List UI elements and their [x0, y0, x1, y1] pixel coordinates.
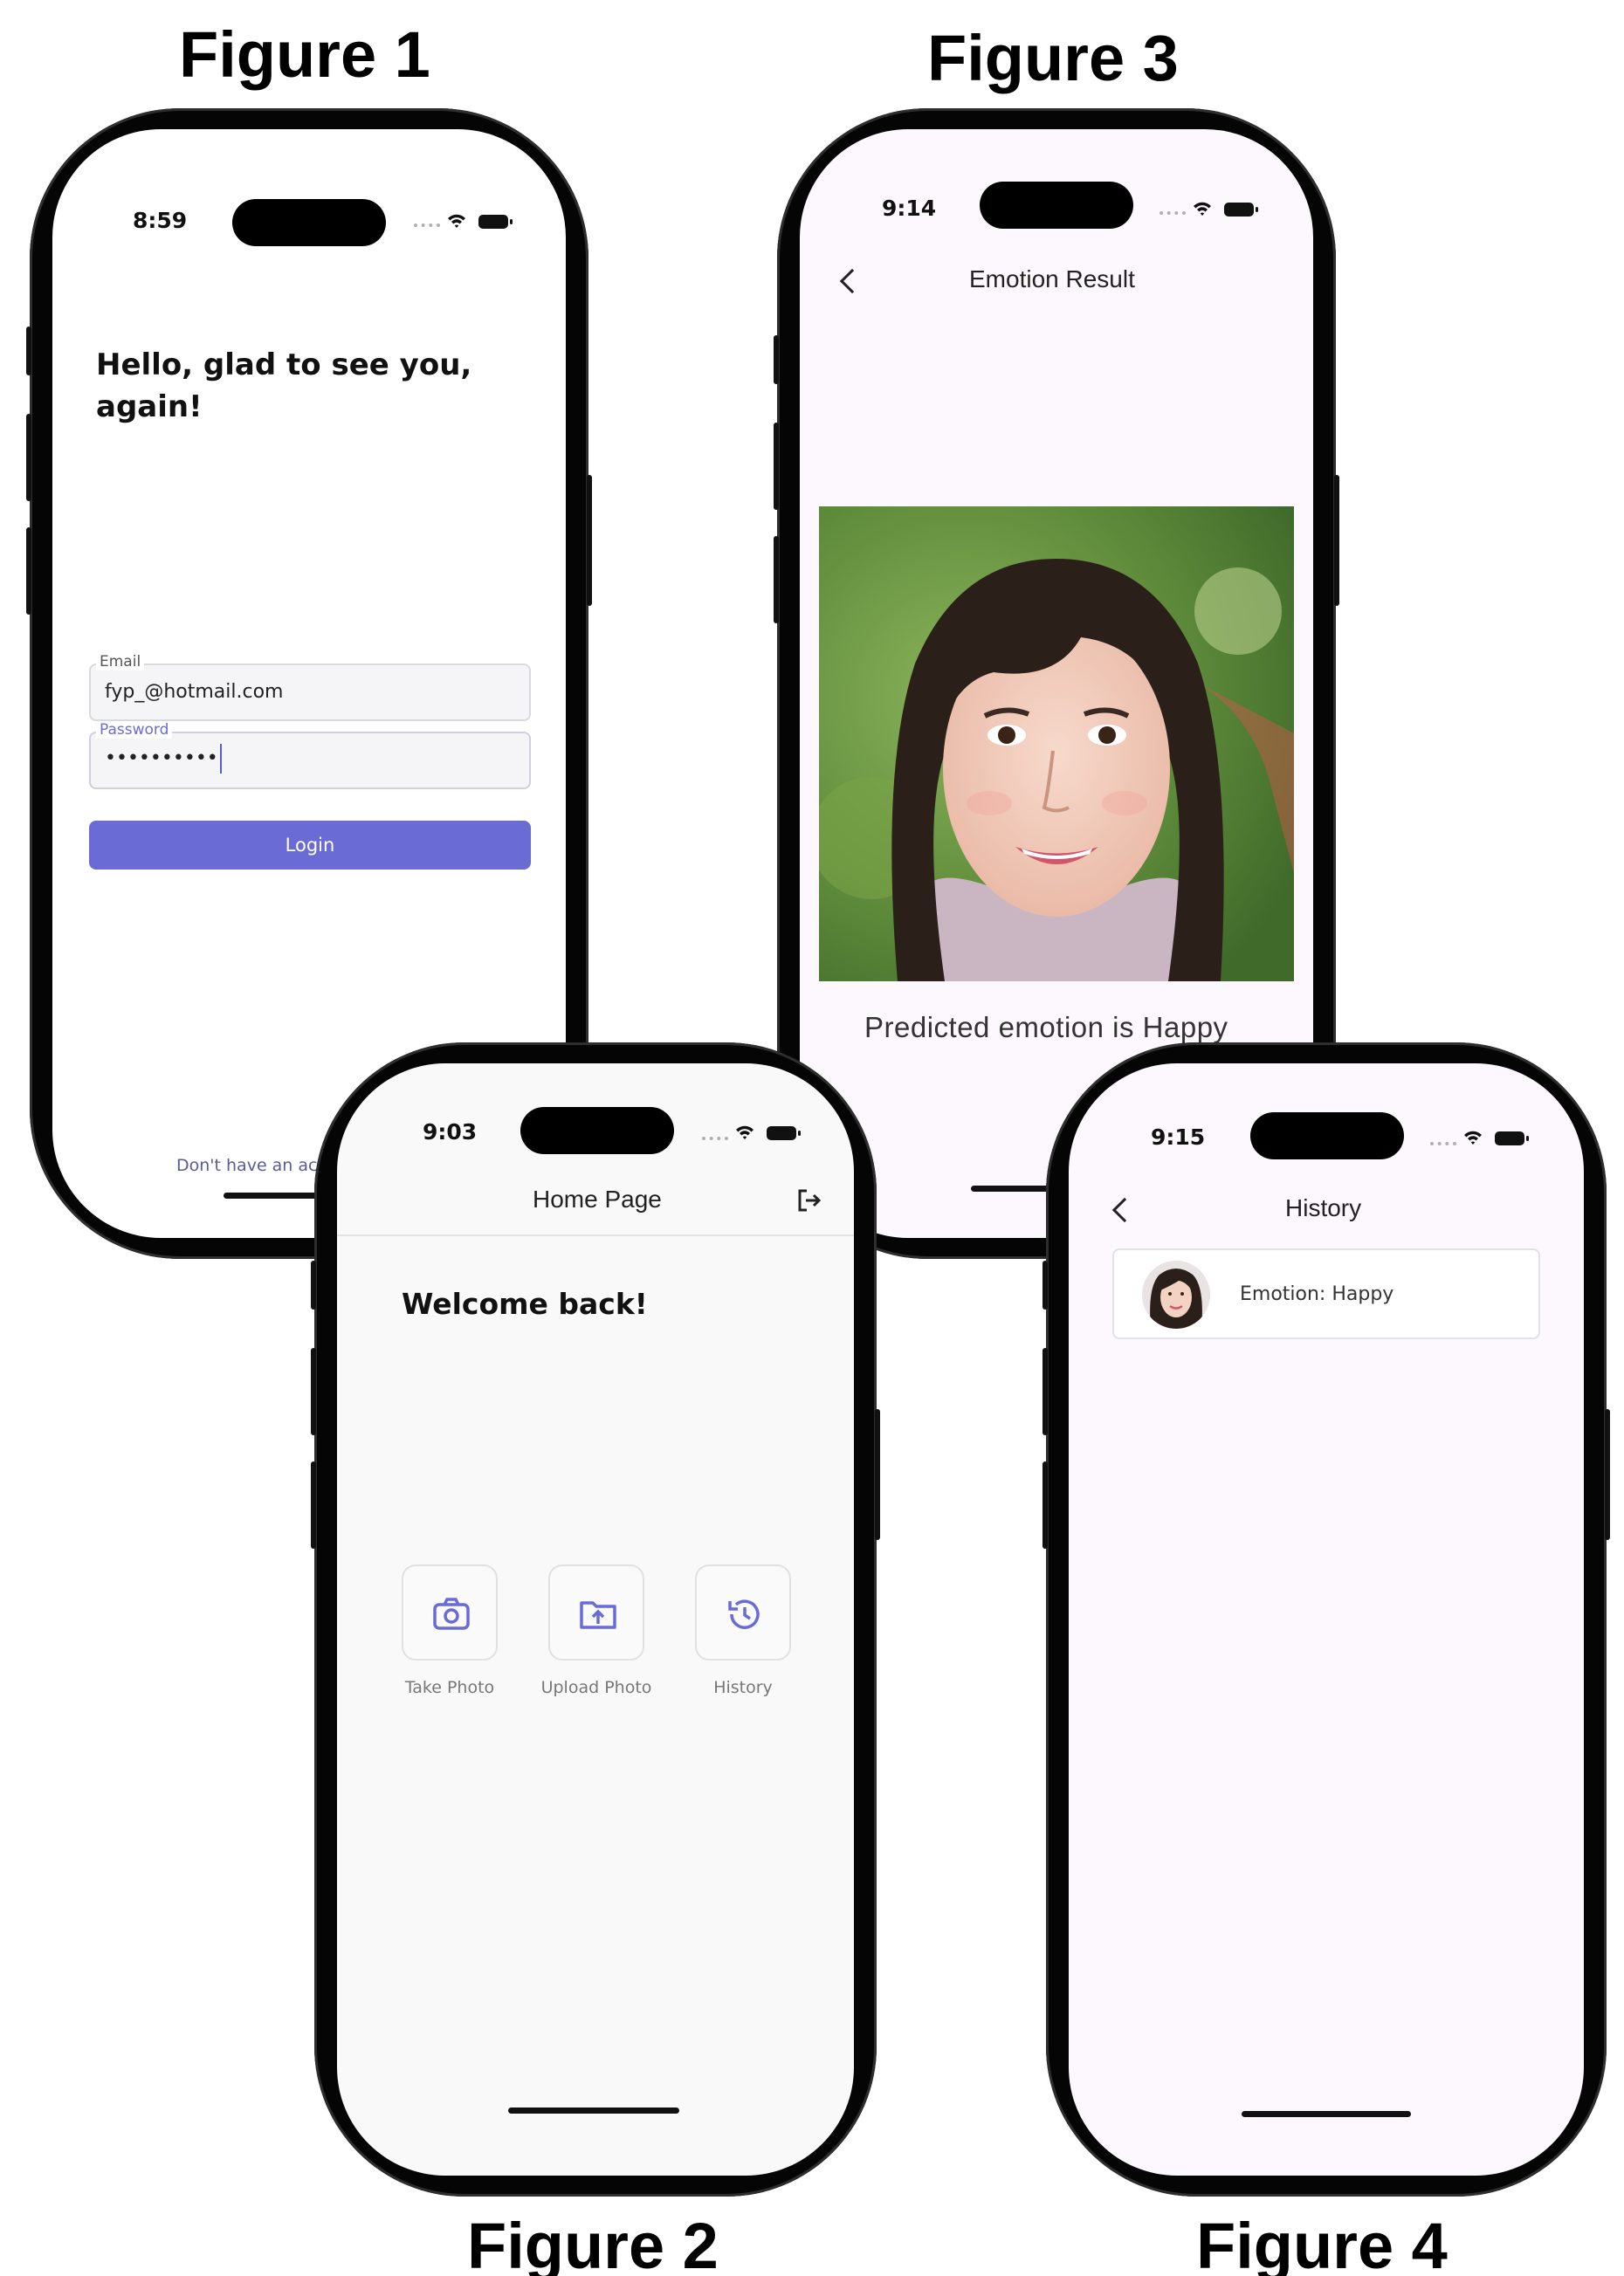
folder-upload-icon — [580, 1601, 616, 1629]
history-item-text: Emotion: Happy — [1240, 1283, 1394, 1305]
page-title: Home Page — [533, 1186, 662, 1213]
email-label: Email — [96, 653, 145, 670]
signal-icon — [702, 1137, 728, 1140]
password-value: •••••••••• — [105, 744, 222, 774]
status-time: 9:15 — [1151, 1124, 1206, 1150]
password-label: Password — [96, 721, 173, 739]
greeting-heading: Hello, glad to see you, again! — [96, 347, 472, 424]
upload-photo-button[interactable] — [548, 1564, 644, 1661]
figure-4-label: Figure 4 — [1196, 2210, 1448, 2276]
predicted-emotion-text: Predicted emotion is Happy — [864, 1011, 1228, 1043]
dynamic-island — [1250, 1112, 1404, 1159]
email-value: fyp_@hotmail.com — [105, 681, 284, 703]
wifi-icon — [448, 214, 465, 228]
text-caret — [219, 744, 222, 774]
status-time: 9:03 — [423, 1119, 478, 1145]
logout-icon[interactable] — [795, 1186, 824, 1215]
figure-2-label: Figure 2 — [467, 2210, 719, 2276]
take-photo-button[interactable] — [402, 1564, 498, 1661]
signal-icon — [414, 223, 440, 227]
login-button[interactable]: Login — [89, 821, 531, 870]
dynamic-island — [232, 199, 386, 246]
battery-icon — [1495, 1131, 1529, 1145]
battery-icon — [478, 215, 513, 229]
home-screen: 9:03 Home Page Welcome back! Take Photo — [337, 1063, 854, 2176]
wifi-icon — [1464, 1131, 1482, 1145]
wifi-icon — [736, 1125, 754, 1139]
history-item[interactable]: Emotion: Happy — [1112, 1248, 1540, 1339]
status-bar: 9:14 — [800, 129, 1313, 229]
email-field[interactable]: fyp_@hotmail.com — [89, 664, 531, 721]
signup-link[interactable]: Don't have an ac — [176, 1156, 317, 1175]
appbar-divider — [337, 1234, 854, 1236]
page-title: Emotion Result — [969, 265, 1135, 292]
signal-icon — [1160, 211, 1186, 215]
figure-1-label: Figure 1 — [179, 18, 430, 91]
dynamic-island — [980, 182, 1133, 229]
history-label: History — [713, 1678, 773, 1697]
welcome-heading: Welcome back! — [402, 1287, 648, 1321]
battery-icon — [767, 1126, 801, 1140]
page-title: History — [1285, 1194, 1362, 1221]
take-photo-label: Take Photo — [404, 1678, 495, 1697]
history-button[interactable] — [695, 1564, 791, 1661]
back-chevron-icon[interactable] — [839, 268, 865, 294]
history-icon — [728, 1599, 760, 1629]
phone-home: 9:03 Home Page Welcome back! Take Photo — [311, 1042, 880, 2197]
camera-icon — [433, 1598, 470, 1630]
dynamic-island — [520, 1107, 674, 1154]
status-bar: 9:15 — [1069, 1063, 1584, 1159]
face-photo — [819, 506, 1294, 981]
status-time: 8:59 — [133, 208, 188, 233]
history-screen: 9:15 History Emotion: Happy — [1069, 1063, 1584, 2176]
home-indicator — [1242, 2111, 1411, 2117]
signal-icon — [1430, 1142, 1456, 1145]
wifi-icon — [1194, 202, 1211, 216]
status-time: 9:14 — [882, 196, 937, 221]
home-indicator — [508, 2108, 679, 2114]
status-bar: 8:59 — [52, 129, 566, 246]
back-chevron-icon[interactable] — [1111, 1197, 1138, 1223]
figure-3-label: Figure 3 — [927, 22, 1179, 94]
phone-history: 9:15 History Emotion: Happy — [1043, 1042, 1610, 2197]
status-bar: 9:03 — [337, 1063, 854, 1154]
upload-photo-label: Upload Photo — [540, 1678, 652, 1697]
password-field[interactable]: •••••••••• — [89, 732, 531, 789]
battery-icon — [1224, 203, 1258, 217]
history-thumbnail — [1142, 1261, 1210, 1329]
